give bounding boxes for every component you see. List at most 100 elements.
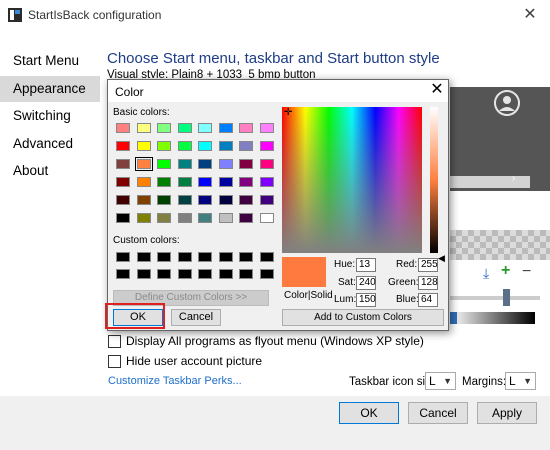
basic-color-swatch[interactable] <box>239 141 253 151</box>
download-icon[interactable]: ⤓ <box>483 265 489 282</box>
basic-color-swatch[interactable] <box>136 177 151 187</box>
basic-color-swatch[interactable] <box>218 177 233 187</box>
lum-field[interactable]: 150 <box>356 293 376 307</box>
plus-icon[interactable]: + <box>501 262 510 280</box>
sidebar-item-switching[interactable]: Switching <box>0 103 100 129</box>
close-icon[interactable]: ✕ <box>426 80 448 102</box>
basic-color-swatch[interactable] <box>157 159 171 169</box>
cancel-button[interactable]: Cancel <box>408 402 468 424</box>
ok-button[interactable]: OK <box>339 402 399 424</box>
gradient-slider[interactable] <box>450 312 535 324</box>
red-field[interactable]: 255 <box>418 258 438 272</box>
basic-color-swatch[interactable] <box>157 195 171 205</box>
basic-color-swatch[interactable] <box>157 123 171 133</box>
minus-icon[interactable]: − <box>522 263 531 281</box>
custom-color-swatch[interactable] <box>259 269 274 279</box>
add-to-custom-colors-button[interactable]: Add to Custom Colors <box>282 309 444 326</box>
color-cancel-button[interactable]: Cancel <box>171 309 221 326</box>
main-titlebar[interactable]: StartIsBack configuration ✕ <box>0 0 550 30</box>
basic-color-swatch[interactable] <box>239 213 253 223</box>
sidebar-item-appearance[interactable]: Appearance <box>0 76 100 102</box>
color-dialog-titlebar[interactable]: Color ✕ <box>108 80 448 102</box>
sidebar-item-about[interactable]: About <box>0 158 100 184</box>
customize-perks-link[interactable]: Customize Taskbar Perks... <box>108 375 242 387</box>
basic-color-swatch[interactable] <box>218 141 233 151</box>
basic-color-swatch[interactable] <box>218 213 233 223</box>
custom-color-swatch[interactable] <box>218 252 233 262</box>
basic-color-swatch[interactable] <box>239 123 253 133</box>
custom-color-swatch[interactable] <box>259 252 274 262</box>
slider-thumb[interactable] <box>503 289 510 306</box>
basic-color-swatch[interactable] <box>198 195 212 205</box>
basic-color-swatch[interactable] <box>177 123 192 133</box>
basic-color-swatch[interactable] <box>116 123 130 133</box>
basic-color-swatch[interactable] <box>259 123 274 133</box>
basic-color-swatch[interactable] <box>259 141 274 151</box>
basic-color-swatch[interactable] <box>177 195 192 205</box>
basic-color-swatch[interactable] <box>218 159 233 169</box>
basic-color-swatch[interactable] <box>136 195 151 205</box>
gradient-slider-thumb[interactable] <box>450 312 457 324</box>
custom-color-swatch[interactable] <box>116 269 130 279</box>
sidebar-item-start-menu[interactable]: Start Menu <box>0 48 100 74</box>
basic-color-swatch[interactable] <box>198 159 212 169</box>
basic-color-swatch[interactable] <box>198 213 212 223</box>
basic-color-swatch[interactable] <box>116 141 130 151</box>
sidebar-item-advanced[interactable]: Advanced <box>0 131 100 157</box>
custom-color-swatch[interactable] <box>177 252 192 262</box>
basic-color-swatch[interactable] <box>136 141 151 151</box>
basic-color-swatch[interactable] <box>116 213 130 223</box>
basic-color-swatch[interactable] <box>116 195 130 205</box>
custom-color-swatch[interactable] <box>239 252 253 262</box>
close-icon[interactable]: ✕ <box>516 4 544 26</box>
custom-color-swatch[interactable] <box>198 252 212 262</box>
basic-color-swatch[interactable] <box>259 213 274 223</box>
basic-color-swatch[interactable] <box>239 159 253 169</box>
basic-color-swatch[interactable] <box>136 123 151 133</box>
basic-color-swatch[interactable] <box>157 213 171 223</box>
custom-color-swatch[interactable] <box>116 252 130 262</box>
custom-color-swatch[interactable] <box>177 269 192 279</box>
basic-color-swatch[interactable] <box>218 195 233 205</box>
sat-label: Sat: <box>338 277 356 288</box>
basic-color-swatch[interactable] <box>177 213 192 223</box>
custom-color-swatch[interactable] <box>157 269 171 279</box>
green-field[interactable]: 128 <box>418 276 438 290</box>
basic-color-swatch[interactable] <box>157 177 171 187</box>
luminance-bar[interactable] <box>430 107 438 253</box>
basic-color-swatch[interactable] <box>116 159 130 169</box>
hue-field[interactable]: 13 <box>356 258 376 272</box>
basic-color-swatch[interactable] <box>198 123 212 133</box>
slider-track[interactable] <box>450 296 540 300</box>
margins-select[interactable]: L ▼ <box>505 372 536 390</box>
basic-color-swatch[interactable] <box>218 123 233 133</box>
basic-color-swatch[interactable] <box>239 177 253 187</box>
blue-field[interactable]: 64 <box>418 293 438 307</box>
basic-color-swatch[interactable] <box>259 159 274 169</box>
luminance-arrow-icon[interactable]: ◀ <box>438 254 445 263</box>
basic-color-swatch[interactable] <box>177 159 192 169</box>
basic-color-swatch[interactable] <box>157 141 171 151</box>
basic-color-swatch[interactable] <box>259 177 274 187</box>
basic-color-swatch[interactable] <box>239 195 253 205</box>
apply-button[interactable]: Apply <box>477 402 537 424</box>
custom-color-swatch[interactable] <box>136 269 151 279</box>
basic-color-swatch[interactable] <box>134 157 153 171</box>
custom-color-swatch[interactable] <box>198 269 212 279</box>
color-spectrum[interactable] <box>282 107 422 253</box>
basic-color-swatch[interactable] <box>177 177 192 187</box>
basic-color-swatch[interactable] <box>198 141 212 151</box>
custom-color-swatch[interactable] <box>136 252 151 262</box>
basic-color-swatch[interactable] <box>198 177 212 187</box>
icon-size-select[interactable]: L ▼ <box>425 372 456 390</box>
basic-color-swatch[interactable] <box>116 177 130 187</box>
hide-picture-checkbox[interactable] <box>108 355 121 368</box>
custom-color-swatch[interactable] <box>239 269 253 279</box>
basic-color-swatch[interactable] <box>177 141 192 151</box>
sat-field[interactable]: 240 <box>356 276 376 290</box>
custom-color-swatch[interactable] <box>157 252 171 262</box>
custom-color-swatch[interactable] <box>218 269 233 279</box>
basic-color-swatch[interactable] <box>136 213 151 223</box>
basic-color-swatch[interactable] <box>259 195 274 205</box>
flyout-checkbox[interactable] <box>108 335 121 348</box>
